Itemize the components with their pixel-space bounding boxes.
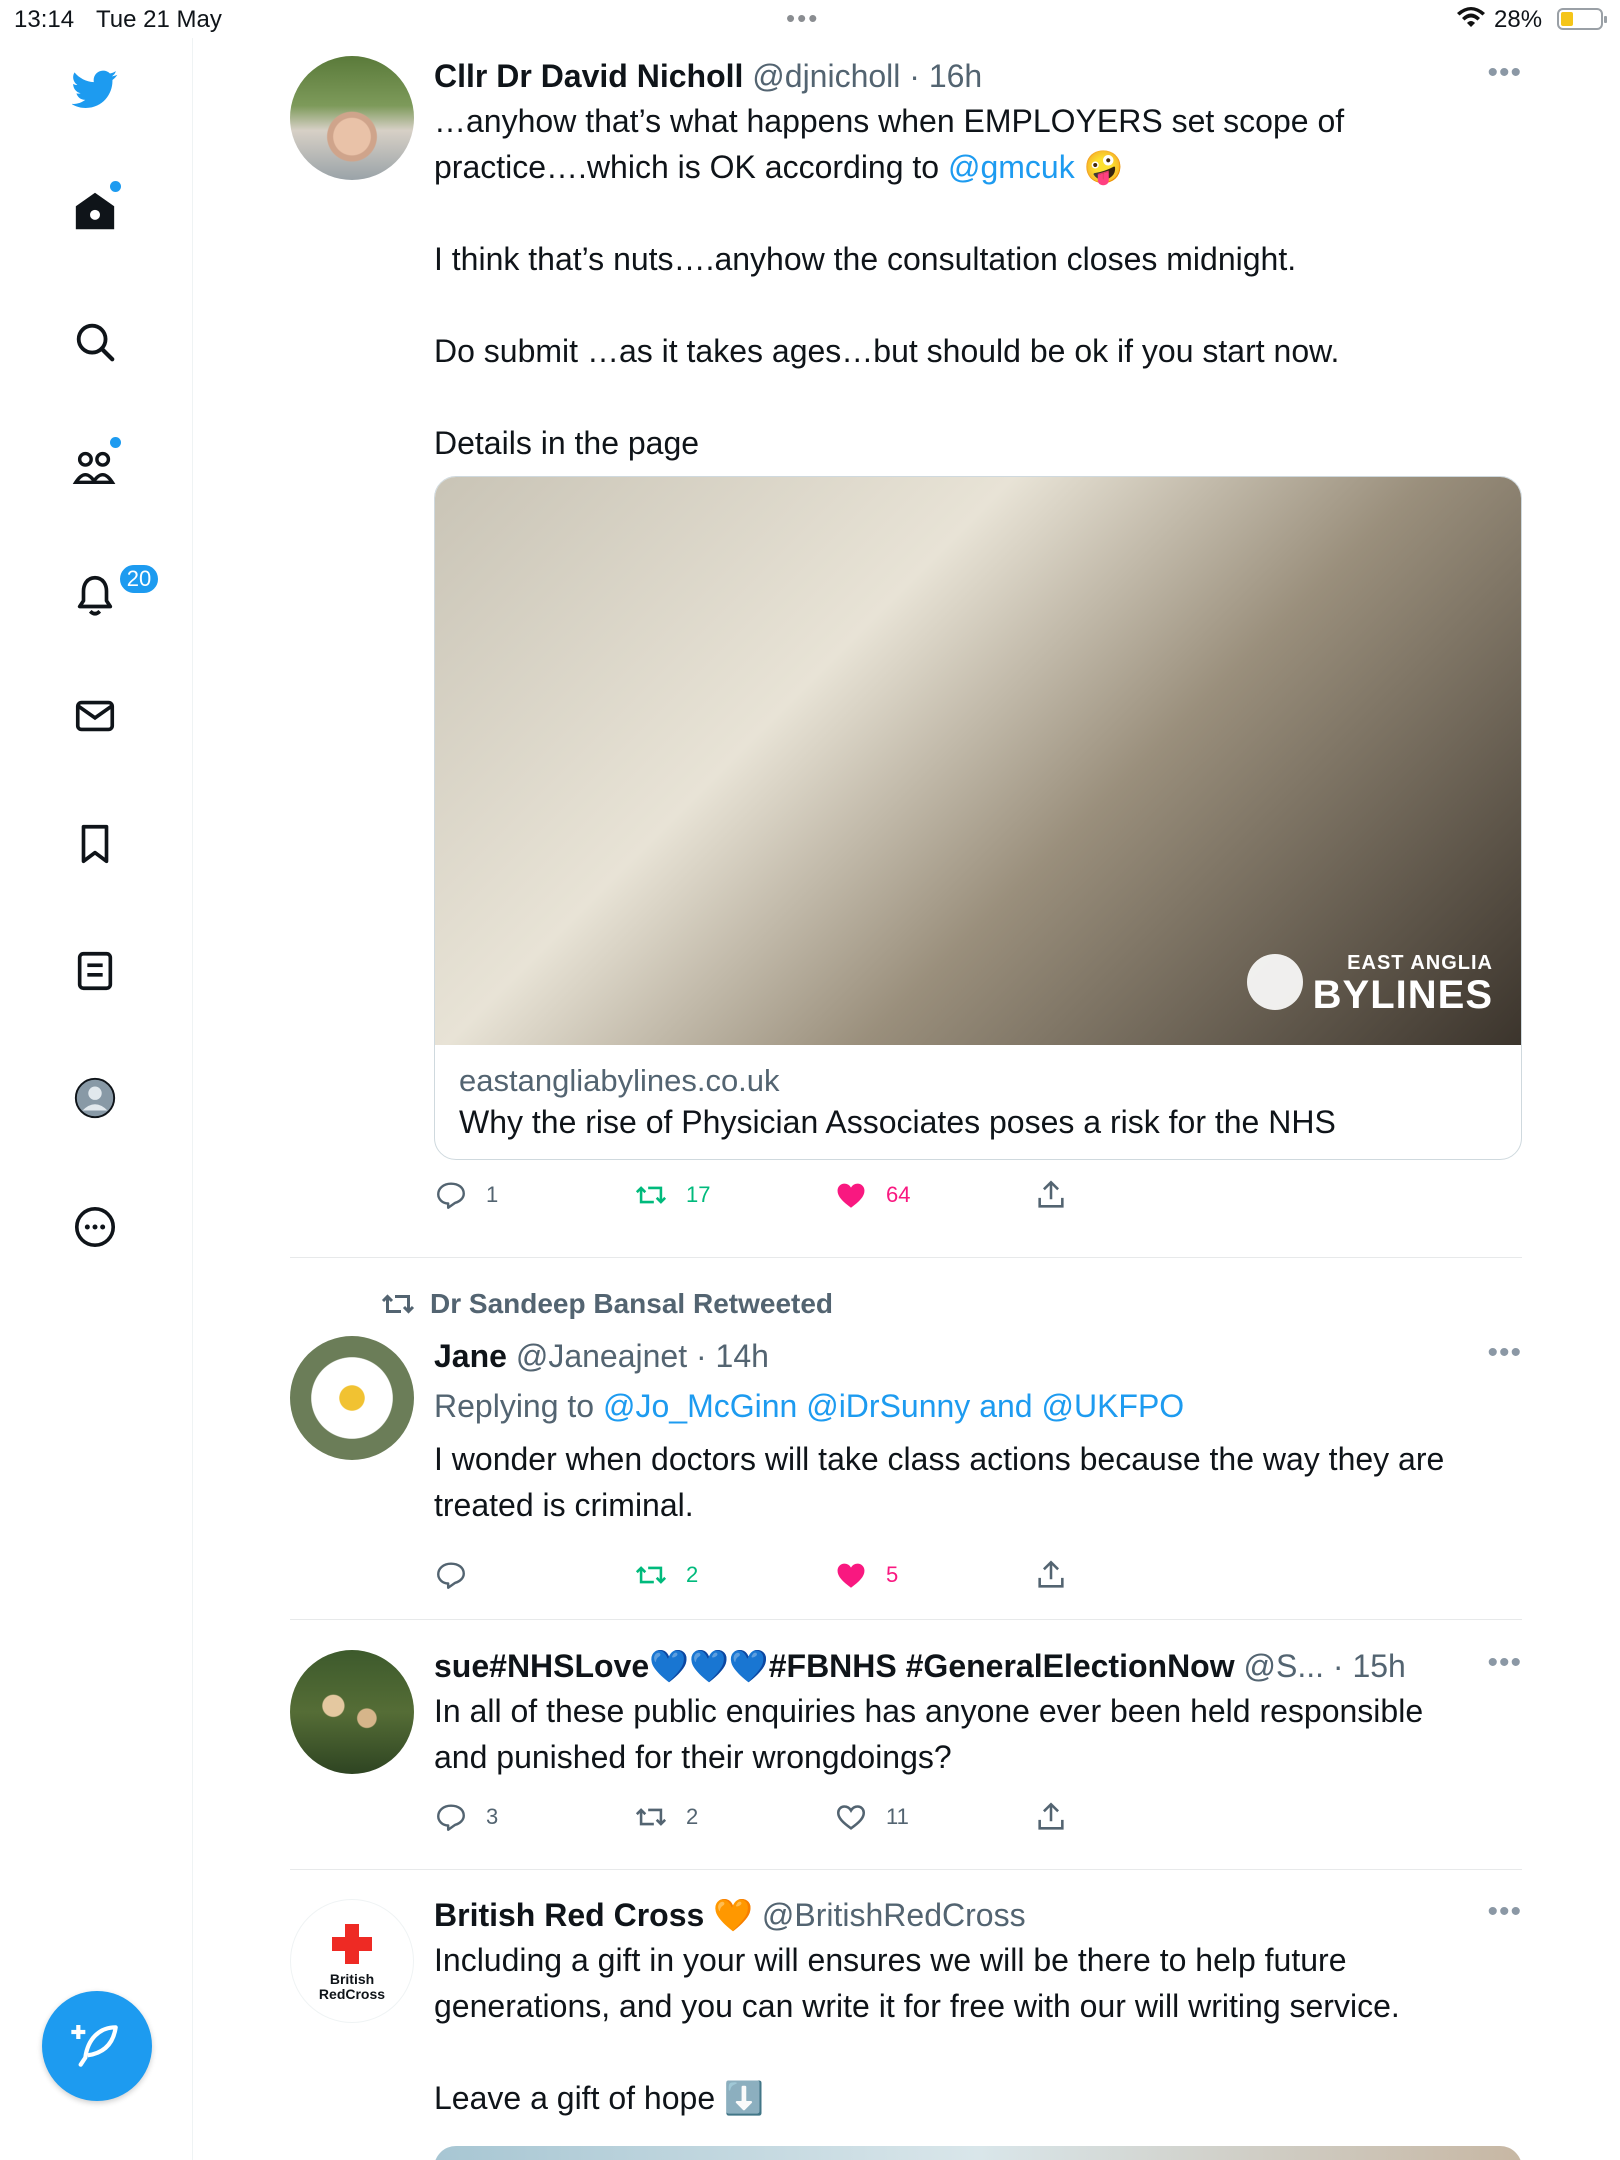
heart-filled-icon <box>837 1563 865 1588</box>
battery-icon <box>1557 8 1607 30</box>
status-time: 13:14 <box>14 6 75 33</box>
lists-icon[interactable] <box>66 942 124 1000</box>
tweet-more-icon[interactable]: ••• <box>1487 1336 1522 1370</box>
share-icon <box>1038 1180 1064 1208</box>
heart-filled-icon <box>837 1183 865 1208</box>
twitter-logo-icon[interactable] <box>66 60 124 118</box>
tweet[interactable]: British RedCross British Red Cross 🧡 @Br… <box>290 1895 1522 2160</box>
link-preview-image: EAST ANGLIA BYLINES <box>435 477 1521 1045</box>
reply-icon <box>437 1182 465 1209</box>
user-handle[interactable]: @S... <box>1244 1648 1325 1684</box>
tweet[interactable]: sue#NHSLove💙💙💙#FBNHS #GeneralElectionNow… <box>290 1646 1522 1846</box>
mention-link[interactable]: @gmcuk <box>948 149 1075 185</box>
share-icon <box>1038 1802 1064 1830</box>
like-button[interactable]: 5 <box>834 1558 898 1592</box>
user-handle[interactable]: @Janeajnet <box>516 1338 687 1374</box>
tweet-more-icon[interactable]: ••• <box>1487 1895 1522 1929</box>
user-avatar[interactable]: British RedCross <box>290 1899 414 2023</box>
tweet-divider <box>290 1257 1522 1258</box>
notifications-badge: 20 <box>118 563 160 595</box>
wifi-icon <box>1457 7 1485 27</box>
tweet-more-icon[interactable]: ••• <box>1487 56 1522 90</box>
reply-icon <box>437 1804 465 1831</box>
user-handle[interactable]: @BritishRedCross <box>762 1897 1026 1933</box>
tweet-time[interactable]: · 16h <box>909 58 982 94</box>
tweet-text: I wonder when doctors will take class ac… <box>434 1441 1445 1523</box>
retweet-icon <box>635 1566 667 1584</box>
user-handle[interactable]: @djnicholl <box>752 58 900 94</box>
link-preview-card[interactable]: EAST ANGLIA BYLINES eastangliabylines.co… <box>434 476 1522 1160</box>
multitasking-dots-icon[interactable]: ••• <box>786 3 819 34</box>
promoted-media-preview[interactable] <box>434 2146 1522 2160</box>
status-date: Tue 21 May <box>96 6 222 33</box>
tweet-header: sue#NHSLove💙💙💙#FBNHS #GeneralElectionNow… <box>434 1646 1522 1686</box>
tweet-divider <box>290 1619 1522 1620</box>
display-name[interactable]: Jane <box>434 1338 507 1374</box>
user-avatar[interactable] <box>290 1650 414 1774</box>
tweet-more-icon[interactable]: ••• <box>1487 1646 1522 1680</box>
tweet-header: British Red Cross 🧡 @BritishRedCross <box>434 1895 1522 1935</box>
tweet-actions: 1 17 64 <box>434 1178 1522 1228</box>
red-cross-logo-icon <box>332 1924 372 1964</box>
retweet-icon <box>635 1808 667 1826</box>
user-avatar[interactable] <box>290 1336 414 1460</box>
tweet-header: Jane @Janeajnet · 14h <box>434 1336 1522 1376</box>
user-avatar[interactable] <box>290 56 414 180</box>
compose-tweet-button[interactable] <box>42 1991 152 2101</box>
share-button[interactable] <box>1034 1558 1068 1592</box>
status-bar: 13:14 Tue 21 May ••• 28% <box>0 0 1620 38</box>
retweeted-by-line[interactable]: Dr Sandeep Bansal Retweeted <box>380 1286 833 1322</box>
tweet-actions: 3 2 11 <box>434 1800 1522 1850</box>
more-options-icon[interactable] <box>66 1198 124 1256</box>
battery-percent: 28% <box>1494 6 1543 33</box>
tweet-text: Including a gift in your will ensures we… <box>434 1942 1400 2116</box>
card-title: Why the rise of Physician Associates pos… <box>459 1104 1336 1140</box>
communities-icon[interactable] <box>66 437 124 496</box>
card-domain: eastangliabylines.co.uk <box>459 1063 780 1098</box>
east-anglia-bylines-logo: EAST ANGLIA BYLINES <box>1246 952 1493 1015</box>
tweet-header: Cllr Dr David Nicholl @djnicholl · 16h <box>434 56 1522 96</box>
display-name[interactable]: Cllr Dr David Nicholl <box>434 58 743 94</box>
retweet-button[interactable]: 2 <box>634 1558 698 1592</box>
tweet-time[interactable]: · 14h <box>696 1338 769 1374</box>
like-button[interactable]: 64 <box>834 1178 910 1212</box>
search-icon[interactable] <box>66 313 124 371</box>
retweet-button[interactable]: 17 <box>634 1178 710 1212</box>
share-button[interactable] <box>1034 1800 1068 1834</box>
sidebar-nav: 20 <box>0 38 193 2160</box>
retweet-icon <box>635 1186 667 1204</box>
replying-to: Replying to @Jo_McGinn @iDrSunny and @UK… <box>434 1388 1185 1424</box>
like-button[interactable]: 11 <box>834 1800 909 1834</box>
reply-button[interactable] <box>434 1558 486 1592</box>
display-name[interactable]: sue#NHSLove💙💙💙#FBNHS #GeneralElectionNow <box>434 1648 1235 1684</box>
reply-button[interactable]: 1 <box>434 1178 498 1212</box>
tweet-time[interactable]: · 15h <box>1333 1648 1406 1684</box>
tweet-divider <box>290 1869 1522 1870</box>
notifications-bell-icon[interactable]: 20 <box>66 563 160 624</box>
retweet-icon <box>381 1294 415 1314</box>
retweet-button[interactable]: 2 <box>634 1800 698 1834</box>
tweet-text: …anyhow that’s what happens when EMPLOYE… <box>434 103 1345 461</box>
messages-envelope-icon[interactable] <box>66 687 124 745</box>
share-icon <box>1038 1560 1064 1588</box>
tweet[interactable]: Cllr Dr David Nicholl @djnicholl · 16h •… <box>290 56 1522 1226</box>
tweet-actions: 2 5 <box>434 1558 1522 1608</box>
profile-avatar-icon[interactable] <box>66 1069 124 1127</box>
reply-icon <box>437 1562 465 1589</box>
feather-plus-icon <box>71 2025 118 2067</box>
home-new-dot <box>110 181 121 192</box>
share-button[interactable] <box>1034 1178 1068 1212</box>
reply-button[interactable]: 3 <box>434 1800 498 1834</box>
communities-new-dot <box>110 437 121 448</box>
home-icon[interactable] <box>66 181 124 240</box>
tweet-text: In all of these public enquiries has any… <box>434 1693 1424 1775</box>
bookmarks-icon[interactable] <box>66 815 124 873</box>
display-name[interactable]: British Red Cross 🧡 <box>434 1897 753 1933</box>
heart-outline-icon <box>836 1805 866 1830</box>
tweet[interactable]: Jane @Janeajnet · 14h ••• Replying to @J… <box>290 1336 1522 1596</box>
replying-to-users[interactable]: @Jo_McGinn @iDrSunny and @UKFPO <box>603 1388 1184 1424</box>
